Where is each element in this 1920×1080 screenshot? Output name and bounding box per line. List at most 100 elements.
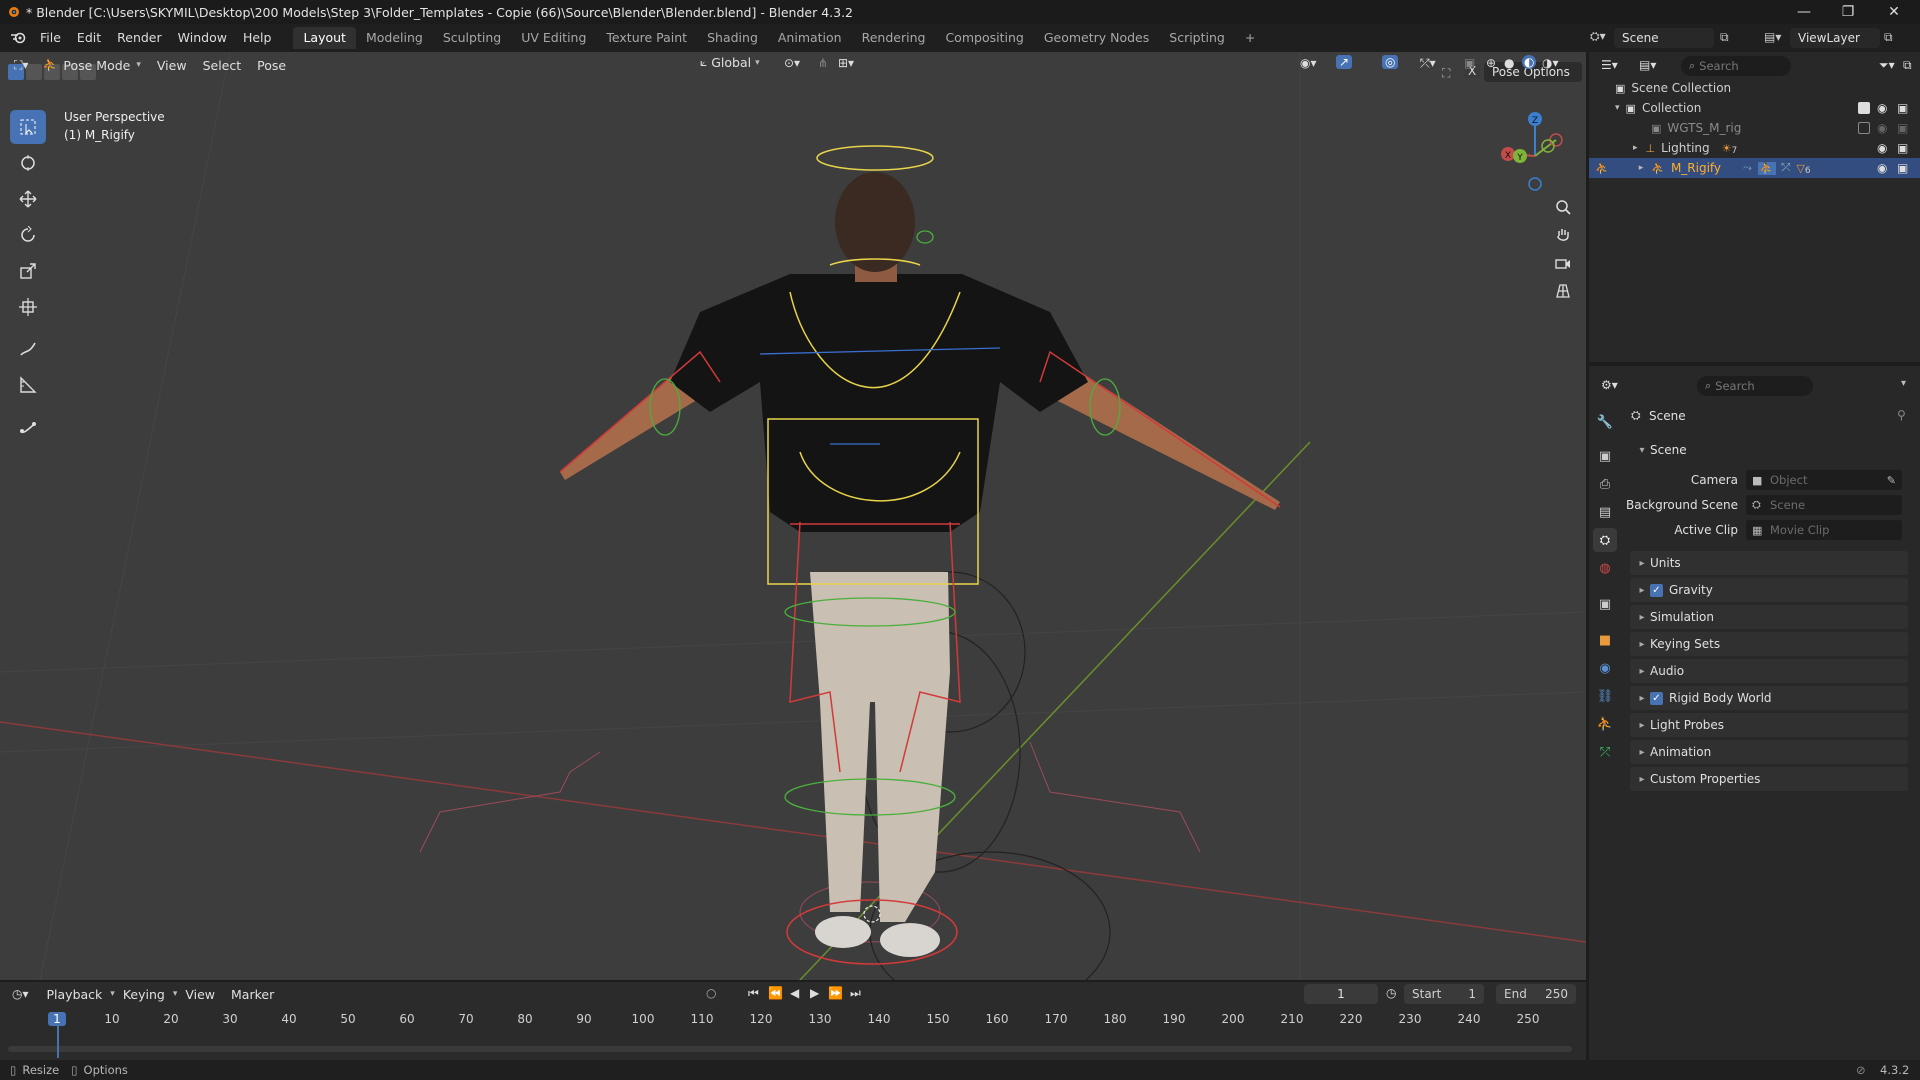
view-layer-field[interactable]: ViewLayer	[1790, 28, 1880, 48]
tab-scripting[interactable]: Scripting	[1159, 27, 1235, 49]
transform-tool-icon[interactable]	[10, 290, 46, 324]
navigation-gizmo[interactable]: Z X Y	[1490, 104, 1580, 194]
include-checkbox[interactable]	[1858, 102, 1870, 114]
close-button[interactable]: ✕	[1872, 0, 1916, 24]
eye-icon[interactable]: ◉	[1877, 141, 1887, 155]
gravity-checkbox[interactable]: ✓	[1650, 583, 1663, 597]
tab-geometry-nodes[interactable]: Geometry Nodes	[1034, 27, 1159, 49]
tab-uv-editing[interactable]: UV Editing	[511, 27, 596, 49]
eye-icon[interactable]: ◉	[1877, 161, 1887, 175]
select-box-tool-icon[interactable]	[10, 110, 46, 144]
menu-marker[interactable]: Marker	[223, 987, 282, 1002]
outliner-editor-icon[interactable]: ☰▾	[1601, 58, 1618, 72]
include-checkbox[interactable]	[1858, 122, 1870, 134]
timeline-scrubber-track[interactable]	[8, 1046, 1572, 1052]
menu-view[interactable]: View	[149, 58, 195, 73]
light-probes-section[interactable]: ▸ Light Probes	[1630, 713, 1908, 737]
add-workspace-button[interactable]: +	[1235, 27, 1265, 49]
solid-shading-icon[interactable]: ●	[1504, 56, 1514, 70]
custom-properties-section[interactable]: ▸ Custom Properties	[1630, 767, 1908, 791]
world-tab-icon[interactable]: ◍	[1593, 556, 1617, 580]
outliner-row-m-rigify[interactable]: ⛹ ▸ ⛹ M_Rigify ⤳ ⛹ ⤱ ▽ 6 ◉ ▣	[1589, 158, 1920, 178]
rotate-tool-icon[interactable]	[10, 218, 46, 252]
tab-compositing[interactable]: Compositing	[935, 27, 1033, 49]
rigid-body-world-section[interactable]: ▸ ✓ Rigid Body World	[1630, 686, 1908, 710]
end-frame-field[interactable]: End 250	[1496, 984, 1576, 1004]
background-scene-field[interactable]: ⛭ Scene	[1746, 495, 1902, 515]
menu-select[interactable]: Select	[195, 58, 250, 73]
camera-render-icon[interactable]: ▣	[1897, 161, 1908, 175]
keying-sets-section[interactable]: ▸ Keying Sets	[1630, 632, 1908, 656]
properties-search-field[interactable]: ⌕ Search	[1697, 376, 1813, 396]
outliner-search-field[interactable]: ⌕ Search	[1681, 56, 1791, 76]
outliner-row-collection[interactable]: ▾ ▣ Collection ◉ ▣	[1589, 98, 1920, 118]
tab-animation[interactable]: Animation	[768, 27, 852, 49]
collection-tab-icon[interactable]: ▣	[1593, 592, 1617, 616]
auto-keying-icon[interactable]: ○	[706, 986, 716, 1000]
tab-texture-paint[interactable]: Texture Paint	[596, 27, 697, 49]
outliner-row-scene-collection[interactable]: ▣ Scene Collection	[1589, 78, 1920, 98]
pose-mode-dropdown[interactable]: ⛹ Pose Mode ▾	[42, 58, 140, 73]
output-tab-icon[interactable]: ⎙	[1593, 472, 1617, 496]
scene-tab-icon[interactable]: ⛭	[1593, 528, 1617, 552]
audio-section[interactable]: ▸ Audio	[1630, 659, 1908, 683]
camera-render-icon[interactable]: ▣	[1897, 141, 1908, 155]
current-frame-marker[interactable]: 1	[48, 1012, 66, 1026]
start-frame-field[interactable]: Start 1	[1404, 984, 1484, 1004]
new-view-layer-icon[interactable]: ⧉	[1884, 30, 1893, 45]
overlay-icon[interactable]: ◎	[1382, 55, 1399, 69]
pivot-point-icon[interactable]: ⊙▾	[784, 56, 800, 70]
tab-modeling[interactable]: Modeling	[356, 27, 433, 49]
bone-overlay-icon[interactable]: ⤱▾	[1420, 56, 1436, 71]
jump-keyframe-back-icon[interactable]: ⏪	[768, 986, 783, 1000]
active-clip-field[interactable]: ▦ Movie Clip	[1746, 520, 1902, 540]
bone-tab-icon[interactable]: ⤱	[1593, 740, 1617, 764]
chevron-down-icon[interactable]: ▾	[1901, 378, 1906, 389]
rigid-body-world-checkbox[interactable]: ✓	[1650, 691, 1663, 705]
view-layer-tab-icon[interactable]: ▤	[1593, 500, 1617, 524]
play-icon[interactable]: ▶	[810, 986, 819, 1000]
pin-icon[interactable]: ⚲	[1897, 408, 1906, 422]
blender-menu-icon[interactable]	[10, 31, 26, 45]
wireframe-shading-icon[interactable]: ⊕	[1486, 56, 1496, 70]
view-layer-icon[interactable]: ▤▾	[1764, 30, 1781, 44]
outliner-row-lighting[interactable]: ▸ ⊥ Lighting ☀ 7 ◉ ▣	[1589, 138, 1920, 158]
properties-editor-icon[interactable]: ⚙▾	[1601, 378, 1618, 392]
rendered-shading-icon[interactable]: ◑▾	[1542, 56, 1559, 70]
menu-keying[interactable]: Keying	[115, 987, 173, 1002]
tool-tab-icon[interactable]: 🔧	[1593, 410, 1617, 434]
menu-edit[interactable]: Edit	[69, 27, 109, 49]
measure-tool-icon[interactable]	[10, 368, 46, 402]
current-frame-field[interactable]: 1	[1304, 984, 1378, 1004]
material-shading-icon[interactable]: ◐	[1522, 55, 1537, 69]
eye-icon[interactable]: ◉	[1877, 121, 1887, 135]
gravity-section[interactable]: ▸ ✓ Gravity	[1630, 578, 1908, 602]
filter-icon[interactable]: ⏷▾	[1879, 58, 1895, 73]
tab-layout[interactable]: Layout	[293, 27, 356, 49]
outliner-row-wgts[interactable]: ▣ WGTS_M_rig ◉ ▣	[1589, 118, 1920, 138]
jump-end-icon[interactable]: ⏭	[850, 986, 861, 1001]
pan-hand-icon[interactable]	[1550, 222, 1576, 248]
tab-rendering[interactable]: Rendering	[852, 27, 936, 49]
display-mode-icon[interactable]: ▤▾	[1639, 58, 1656, 72]
move-tool-icon[interactable]	[10, 182, 46, 216]
render-tab-icon[interactable]: ▣	[1593, 444, 1617, 468]
annotate-tool-icon[interactable]	[10, 332, 46, 366]
cursor-tool-icon[interactable]	[10, 146, 46, 180]
menu-render[interactable]: Render	[109, 27, 170, 49]
maximize-button[interactable]: ❐	[1826, 0, 1870, 24]
tab-shading[interactable]: Shading	[697, 27, 768, 49]
snap-icon[interactable]: ⋔	[818, 56, 828, 70]
physics-tab-icon[interactable]: ◉	[1593, 656, 1617, 680]
grid-toggle-icon[interactable]	[1550, 278, 1576, 304]
menu-help[interactable]: Help	[235, 27, 280, 49]
menu-playback[interactable]: Playback	[39, 987, 111, 1002]
scene-panel-header[interactable]: ▾ Scene	[1630, 438, 1908, 462]
camera-render-icon[interactable]: ▣	[1897, 121, 1908, 135]
zoom-icon[interactable]	[1550, 194, 1576, 220]
armature-data-tab-icon[interactable]: ⛹	[1593, 712, 1617, 736]
new-scene-icon[interactable]: ⧉	[1720, 30, 1729, 45]
jump-start-icon[interactable]: ⏮	[748, 986, 759, 1001]
scale-tool-icon[interactable]	[10, 254, 46, 288]
stopwatch-icon[interactable]: ◷	[1386, 986, 1396, 1000]
